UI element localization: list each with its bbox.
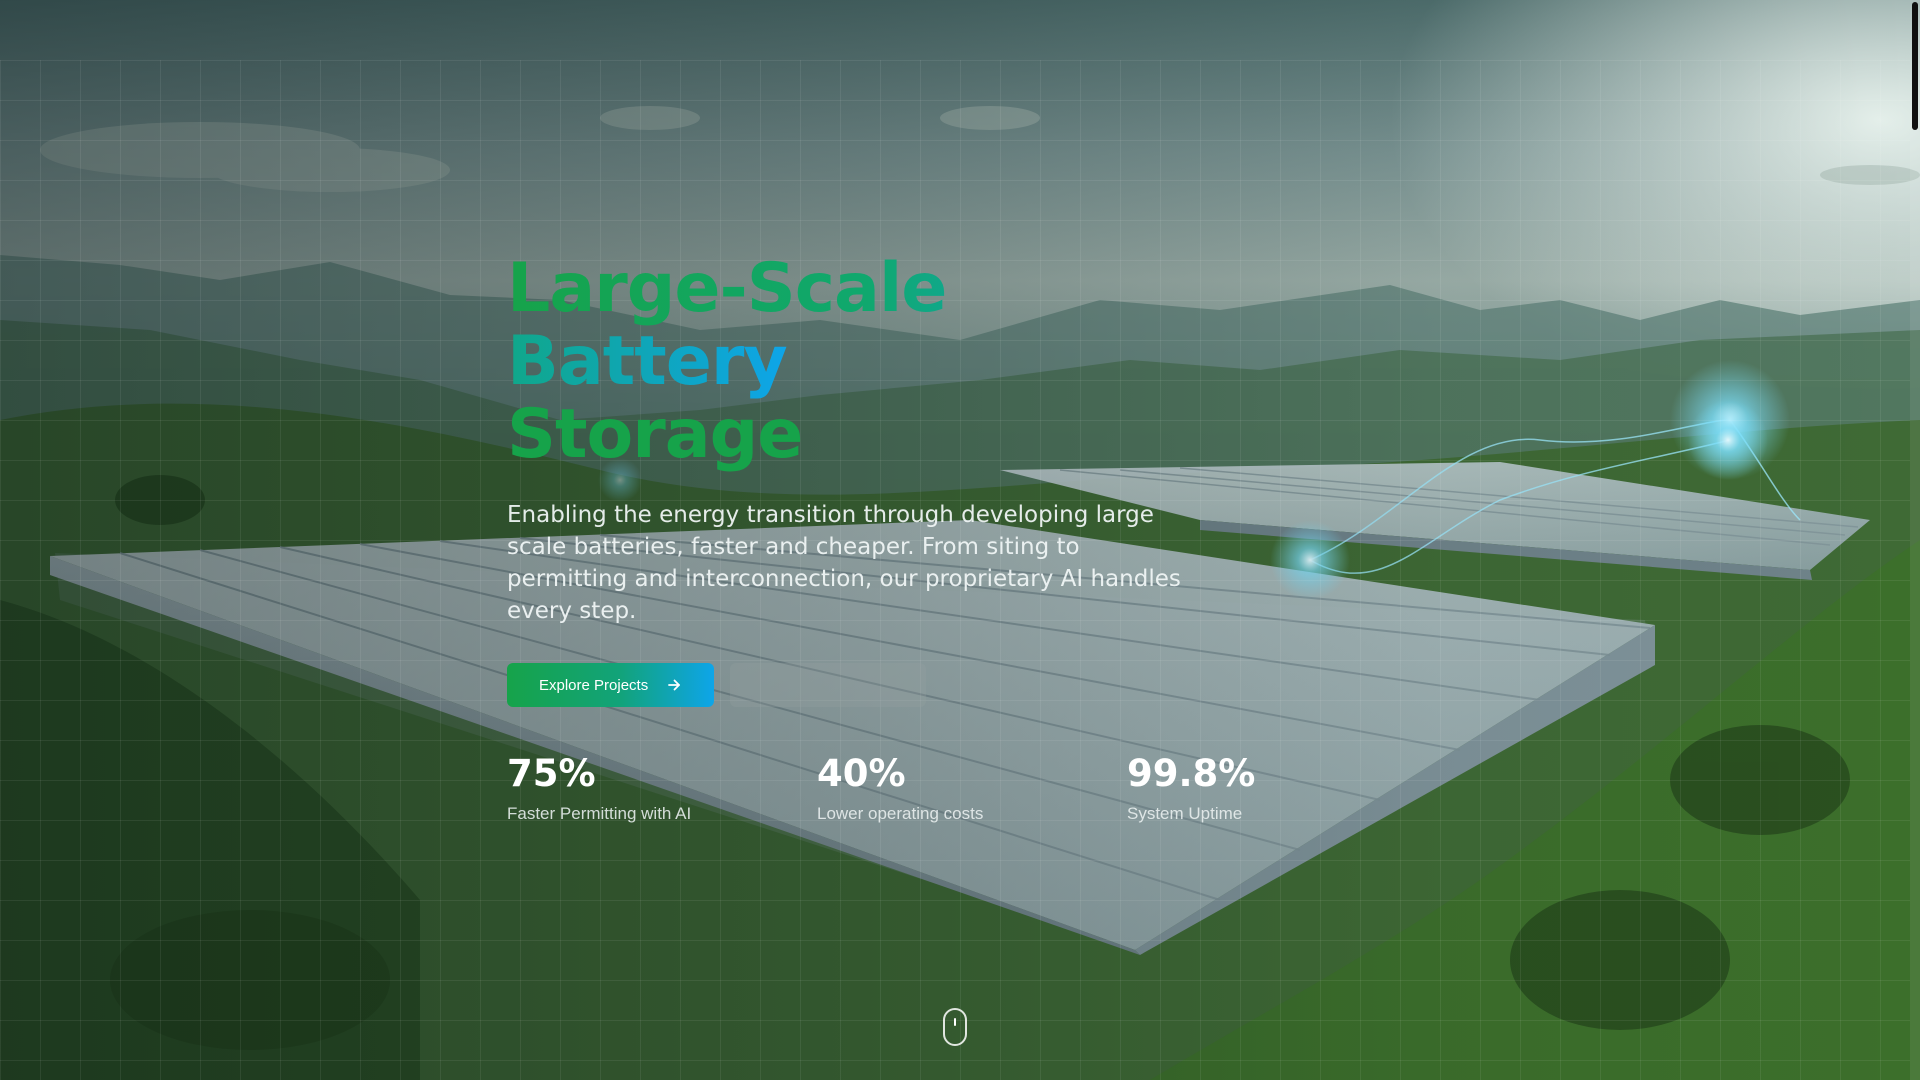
mouse-wheel [954, 1018, 956, 1026]
secondary-button[interactable] [730, 663, 927, 707]
stat-value: 40% [817, 752, 906, 795]
stat-item: 40% Lower operating costs [817, 752, 1127, 824]
hero-title-line1: Large-Scale Battery [507, 249, 947, 401]
stats-row: 75% Faster Permitting with AI 40% Lower … [507, 752, 1437, 824]
explore-projects-button[interactable]: Explore Projects [507, 663, 715, 707]
hero-section: Large-Scale Battery Storage Enabling the… [0, 0, 1920, 1080]
hero-subtitle: Enabling the energy transition through d… [507, 502, 1181, 624]
mouse-scroll-icon[interactable] [943, 1008, 967, 1046]
stat-label: Faster Permitting with AI [507, 804, 692, 823]
stat-item: 75% Faster Permitting with AI [507, 752, 817, 824]
hero-actions: Explore Projects [507, 663, 1267, 707]
hero-content: Large-Scale Battery Storage Enabling the… [507, 252, 1267, 707]
stat-value: 99.8% [1127, 752, 1256, 795]
scrollbar-thumb[interactable] [1912, 2, 1918, 130]
stat-value: 75% [507, 752, 596, 795]
page-scrollbar[interactable] [1910, 0, 1920, 1080]
stat-label: System Uptime [1127, 804, 1243, 823]
stat-label: Lower operating costs [817, 804, 984, 823]
hero-title: Large-Scale Battery Storage [507, 252, 1227, 471]
stat-item: 99.8% System Uptime [1127, 752, 1437, 824]
arrow-right-icon [668, 679, 681, 691]
explore-projects-label: Explore Projects [539, 676, 649, 694]
hero-title-line2: Storage [507, 395, 803, 474]
